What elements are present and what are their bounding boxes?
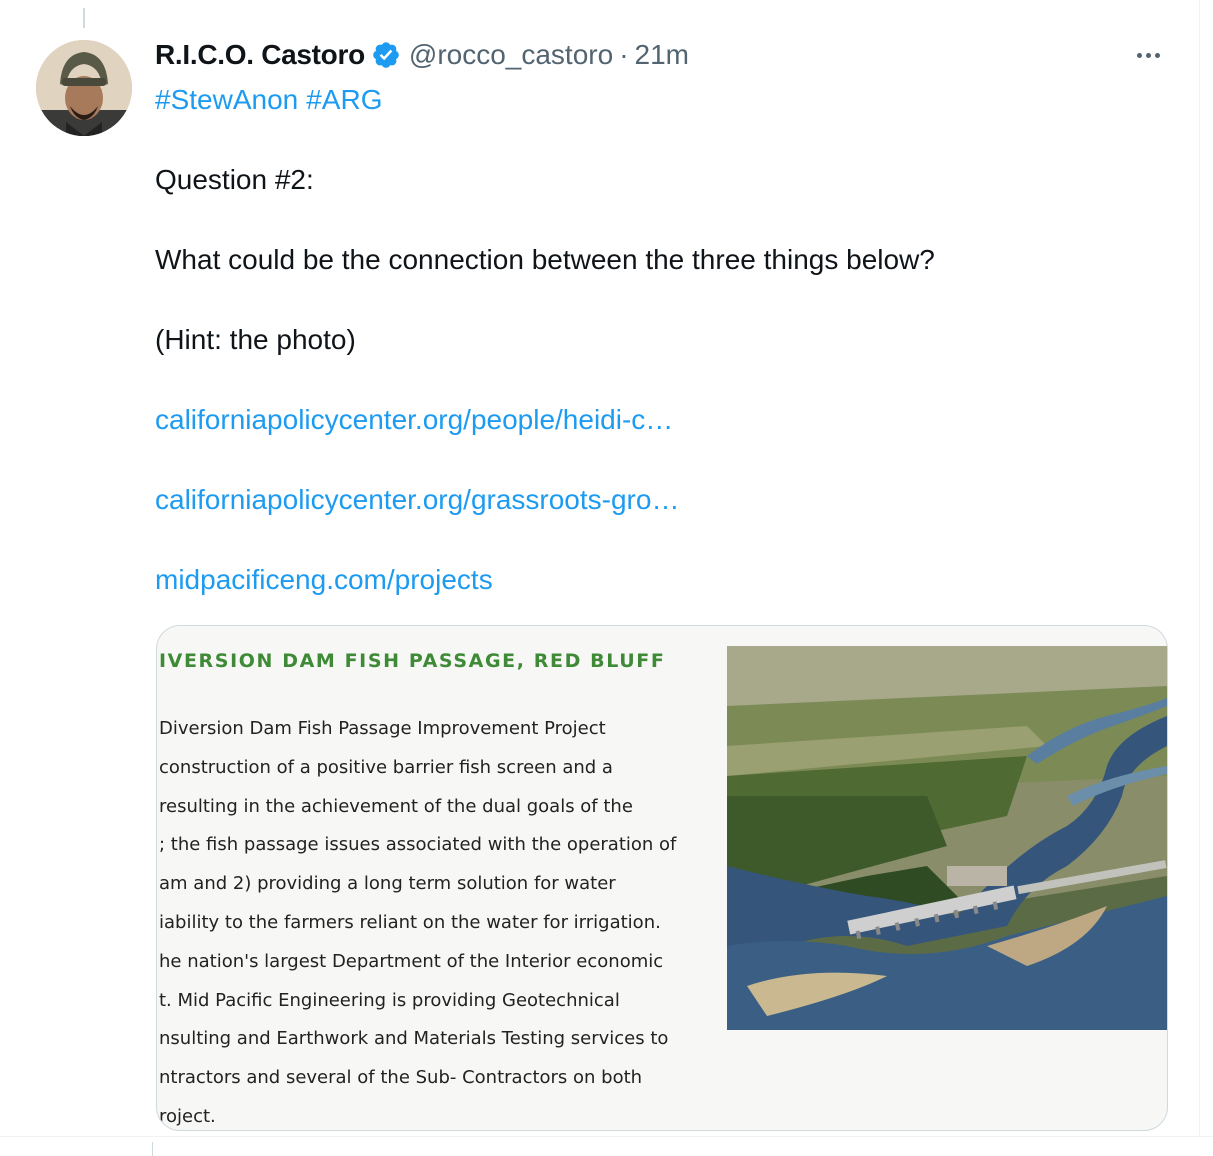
url-link[interactable]: californiapolicycenter.org/grassroots-gr… [155, 480, 1165, 520]
avatar[interactable] [36, 40, 132, 136]
timestamp[interactable]: 21m [635, 39, 689, 71]
separator-dot: · [619, 39, 629, 70]
document-line: iability to the farmers reliant on the w… [159, 911, 661, 933]
document-line: resulting in the achievement of the dual… [159, 795, 633, 817]
tweet-header: R.I.C.O. Castoro @rocco_castoro · 21m [155, 30, 1165, 80]
avatar-image [36, 40, 132, 136]
hashtag-link[interactable]: #StewAnon [155, 84, 298, 115]
document-body: Diversion Dam Fish Passage Improvement P… [159, 710, 677, 1130]
verified-badge-icon [371, 40, 401, 70]
hashtag-link[interactable]: #ARG [306, 84, 382, 115]
tweet-hint: (Hint: the photo) [155, 324, 356, 355]
document-line: ntractors and several of the Sub- Contra… [159, 1067, 643, 1089]
document-line: construction of a positive barrier fish … [159, 756, 613, 778]
tweet-divider [0, 1136, 1213, 1137]
tweet-content: R.I.C.O. Castoro @rocco_castoro · 21m #S… [155, 30, 1165, 600]
hashtags: #StewAnon #ARG [155, 80, 1165, 120]
document-image-text: IVERSION DAM FISH PASSAGE, RED BLUFF Div… [157, 626, 717, 1130]
document-heading: IVERSION DAM FISH PASSAGE, RED BLUFF [159, 650, 666, 672]
document-line: nsulting and Earthwork and Materials Tes… [159, 1028, 669, 1050]
more-options-icon[interactable] [1128, 38, 1168, 72]
url-link[interactable]: midpacificeng.com/projects [155, 560, 1165, 600]
document-line: ; the fish passage issues associated wit… [159, 834, 677, 856]
aerial-dam-photo [727, 646, 1167, 1030]
url-link[interactable]: californiapolicycenter.org/people/heidi-… [155, 400, 1165, 440]
document-line: t. Mid Pacific Engineering is providing … [159, 989, 620, 1011]
document-line: Diversion Dam Fish Passage Improvement P… [159, 718, 606, 739]
tweet-question: Question #2: [155, 164, 314, 195]
tweet-text: What could be the connection between the… [155, 244, 935, 275]
column-border [1199, 0, 1200, 1136]
document-line: am and 2) providing a long term solution… [159, 873, 616, 895]
media-attachment[interactable]: IVERSION DAM FISH PASSAGE, RED BLUFF Div… [156, 625, 1168, 1131]
handle[interactable]: @rocco_castoro [409, 39, 613, 71]
thread-line [83, 8, 85, 28]
thread-line-bottom [152, 1142, 153, 1156]
document-line: roject. [159, 1105, 216, 1127]
display-name[interactable]: R.I.C.O. Castoro [155, 39, 365, 71]
document-line: he nation's largest Department of the In… [159, 950, 664, 972]
